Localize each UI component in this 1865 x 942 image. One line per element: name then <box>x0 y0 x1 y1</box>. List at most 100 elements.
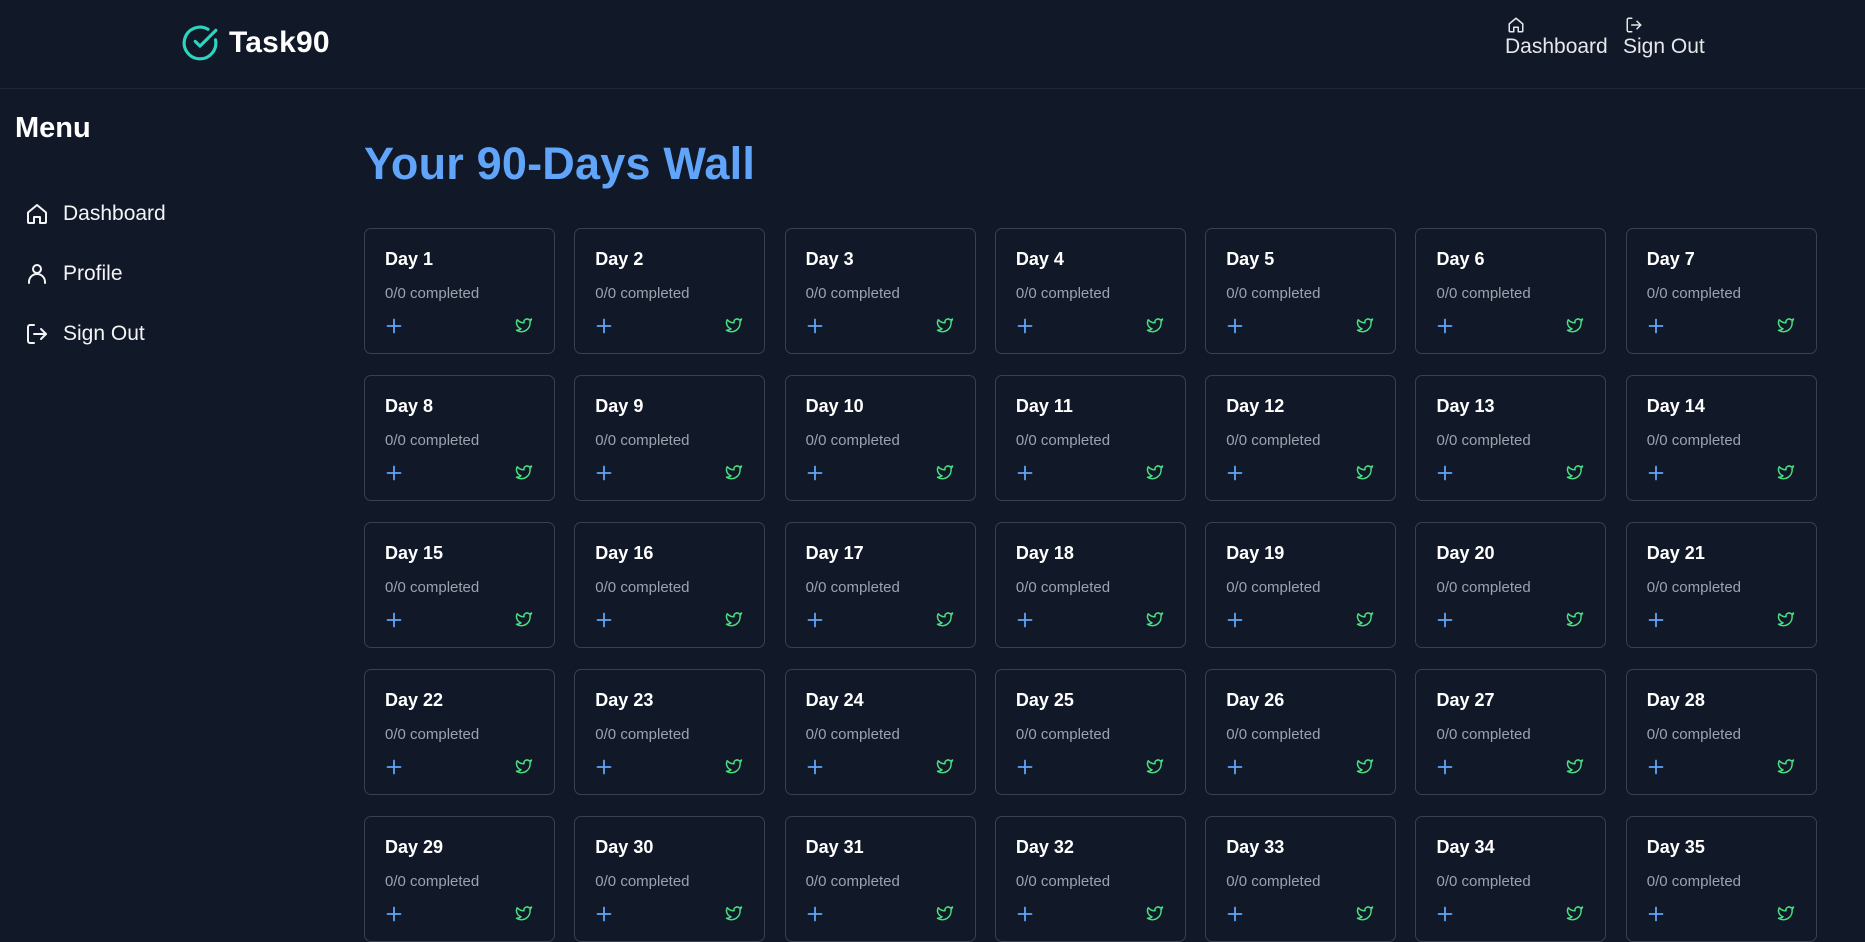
day-card[interactable]: Day 21 0/0 completed <box>1625 522 1817 648</box>
twitter-icon[interactable] <box>1145 463 1165 481</box>
plus-icon[interactable] <box>1647 317 1665 335</box>
twitter-icon[interactable] <box>514 316 534 334</box>
twitter-icon[interactable] <box>724 757 744 775</box>
plus-icon[interactable] <box>1016 464 1034 482</box>
day-card[interactable]: Day 10 0/0 completed <box>784 375 976 501</box>
plus-icon[interactable] <box>595 464 613 482</box>
day-card[interactable]: Day 22 0/0 completed <box>364 669 555 795</box>
day-card[interactable]: Day 25 0/0 completed <box>994 669 1186 795</box>
day-card[interactable]: Day 13 0/0 completed <box>1415 375 1607 501</box>
plus-icon[interactable] <box>1647 905 1665 923</box>
day-card[interactable]: Day 5 0/0 completed <box>1205 228 1397 354</box>
topnav-sign-out[interactable]: Sign Out <box>1623 16 1705 59</box>
plus-icon[interactable] <box>1226 905 1244 923</box>
day-card[interactable]: Day 17 0/0 completed <box>784 522 976 648</box>
plus-icon[interactable] <box>806 905 824 923</box>
sidebar-item-profile[interactable]: Profile <box>25 259 123 289</box>
plus-icon[interactable] <box>1436 905 1454 923</box>
plus-icon[interactable] <box>595 905 613 923</box>
twitter-icon[interactable] <box>1776 757 1796 775</box>
twitter-icon[interactable] <box>1776 316 1796 334</box>
day-card[interactable]: Day 8 0/0 completed <box>364 375 555 501</box>
twitter-icon[interactable] <box>1355 610 1375 628</box>
day-card[interactable]: Day 31 0/0 completed <box>784 816 976 942</box>
twitter-icon[interactable] <box>935 316 955 334</box>
sidebar-item-dashboard[interactable]: Dashboard <box>25 199 166 229</box>
plus-icon[interactable] <box>595 317 613 335</box>
plus-icon[interactable] <box>1016 317 1034 335</box>
twitter-icon[interactable] <box>724 316 744 334</box>
day-card[interactable]: Day 29 0/0 completed <box>364 816 555 942</box>
twitter-icon[interactable] <box>1565 610 1585 628</box>
plus-icon[interactable] <box>1226 317 1244 335</box>
day-card[interactable]: Day 2 0/0 completed <box>574 228 766 354</box>
twitter-icon[interactable] <box>1355 757 1375 775</box>
day-card[interactable]: Day 19 0/0 completed <box>1205 522 1397 648</box>
day-card[interactable]: Day 26 0/0 completed <box>1205 669 1397 795</box>
day-card[interactable]: Day 20 0/0 completed <box>1415 522 1607 648</box>
twitter-icon[interactable] <box>1145 316 1165 334</box>
day-card[interactable]: Day 12 0/0 completed <box>1205 375 1397 501</box>
plus-icon[interactable] <box>806 611 824 629</box>
twitter-icon[interactable] <box>514 904 534 922</box>
twitter-icon[interactable] <box>724 610 744 628</box>
twitter-icon[interactable] <box>1145 757 1165 775</box>
day-card[interactable]: Day 11 0/0 completed <box>994 375 1186 501</box>
twitter-icon[interactable] <box>935 757 955 775</box>
plus-icon[interactable] <box>1016 758 1034 776</box>
twitter-icon[interactable] <box>1565 757 1585 775</box>
twitter-icon[interactable] <box>1355 463 1375 481</box>
twitter-icon[interactable] <box>514 757 534 775</box>
twitter-icon[interactable] <box>1145 610 1165 628</box>
day-card[interactable]: Day 23 0/0 completed <box>574 669 766 795</box>
plus-icon[interactable] <box>1647 758 1665 776</box>
plus-icon[interactable] <box>595 758 613 776</box>
plus-icon[interactable] <box>595 611 613 629</box>
twitter-icon[interactable] <box>1776 904 1796 922</box>
twitter-icon[interactable] <box>935 610 955 628</box>
plus-icon[interactable] <box>1226 611 1244 629</box>
day-card[interactable]: Day 27 0/0 completed <box>1415 669 1607 795</box>
plus-icon[interactable] <box>1016 905 1034 923</box>
brand[interactable]: Task90 <box>181 23 330 63</box>
twitter-icon[interactable] <box>1565 316 1585 334</box>
twitter-icon[interactable] <box>1776 463 1796 481</box>
day-card[interactable]: Day 3 0/0 completed <box>784 228 976 354</box>
day-card[interactable]: Day 4 0/0 completed <box>994 228 1186 354</box>
twitter-icon[interactable] <box>1776 610 1796 628</box>
day-card[interactable]: Day 35 0/0 completed <box>1625 816 1817 942</box>
twitter-icon[interactable] <box>935 463 955 481</box>
plus-icon[interactable] <box>806 464 824 482</box>
twitter-icon[interactable] <box>1145 904 1165 922</box>
day-card[interactable]: Day 15 0/0 completed <box>364 522 555 648</box>
day-card[interactable]: Day 28 0/0 completed <box>1625 669 1817 795</box>
plus-icon[interactable] <box>385 905 403 923</box>
day-card[interactable]: Day 24 0/0 completed <box>784 669 976 795</box>
plus-icon[interactable] <box>385 317 403 335</box>
day-card[interactable]: Day 9 0/0 completed <box>574 375 766 501</box>
day-card[interactable]: Day 32 0/0 completed <box>994 816 1186 942</box>
twitter-icon[interactable] <box>724 904 744 922</box>
day-card[interactable]: Day 30 0/0 completed <box>574 816 766 942</box>
plus-icon[interactable] <box>1436 317 1454 335</box>
twitter-icon[interactable] <box>935 904 955 922</box>
day-card[interactable]: Day 6 0/0 completed <box>1415 228 1607 354</box>
twitter-icon[interactable] <box>1355 316 1375 334</box>
day-card[interactable]: Day 1 0/0 completed <box>364 228 555 354</box>
day-card[interactable]: Day 18 0/0 completed <box>994 522 1186 648</box>
day-card[interactable]: Day 14 0/0 completed <box>1625 375 1817 501</box>
twitter-icon[interactable] <box>1565 904 1585 922</box>
plus-icon[interactable] <box>1016 611 1034 629</box>
twitter-icon[interactable] <box>1355 904 1375 922</box>
plus-icon[interactable] <box>385 611 403 629</box>
twitter-icon[interactable] <box>1565 463 1585 481</box>
plus-icon[interactable] <box>385 758 403 776</box>
plus-icon[interactable] <box>1647 611 1665 629</box>
day-card[interactable]: Day 16 0/0 completed <box>574 522 766 648</box>
day-card[interactable]: Day 34 0/0 completed <box>1415 816 1607 942</box>
twitter-icon[interactable] <box>514 610 534 628</box>
twitter-icon[interactable] <box>514 463 534 481</box>
plus-icon[interactable] <box>1436 758 1454 776</box>
day-card[interactable]: Day 33 0/0 completed <box>1205 816 1397 942</box>
twitter-icon[interactable] <box>724 463 744 481</box>
